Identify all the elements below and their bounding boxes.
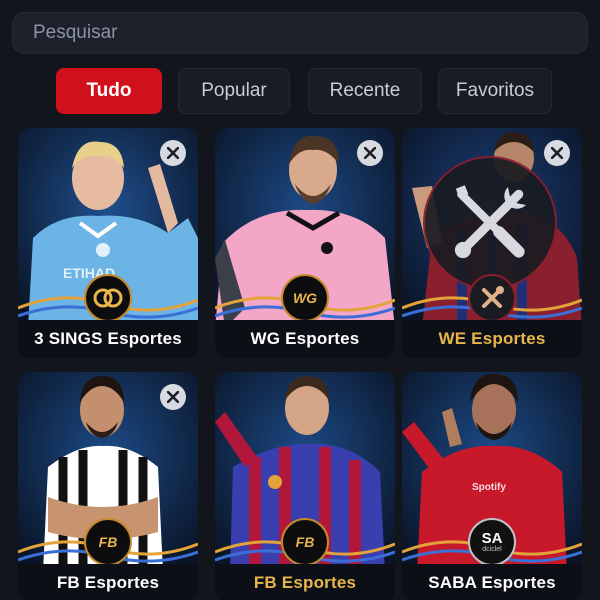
remove-button[interactable] — [160, 140, 186, 166]
close-icon — [551, 147, 563, 159]
game-card-3sings[interactable]: ETIHAD 3 SINGS Esportes — [18, 128, 198, 358]
tab-recente[interactable]: Recente — [308, 68, 422, 114]
close-icon — [167, 147, 179, 159]
logo-text: SA — [481, 529, 503, 547]
game-card-wg[interactable]: WG WG Esportes — [215, 128, 395, 358]
wrench-badge-icon — [468, 274, 516, 322]
logo-subtext: dciclel — [482, 545, 502, 553]
logo-text: WG — [292, 290, 318, 306]
logo-text: FB — [295, 534, 315, 550]
svg-text:Spotify: Spotify — [472, 482, 506, 493]
tab-tudo[interactable]: Tudo — [56, 68, 162, 114]
card-title: WG Esportes — [215, 320, 395, 358]
tab-favoritos[interactable]: Favoritos — [438, 68, 552, 114]
category-tabs: Tudo Popular Recente Favoritos — [0, 68, 600, 114]
close-icon — [167, 391, 179, 403]
card-title: FB Esportes — [18, 564, 198, 600]
card-title: 3 SINGS Esportes — [18, 320, 198, 358]
remove-button[interactable] — [544, 140, 570, 166]
fb-logo-icon: FB — [84, 518, 132, 566]
search-bar[interactable] — [12, 12, 588, 54]
wg-logo-icon: WG — [281, 274, 329, 322]
close-icon — [364, 147, 376, 159]
saba-logo-icon: SA dciclel — [468, 518, 516, 566]
logo-text: FB — [98, 534, 118, 550]
card-title: SABA Esportes — [402, 564, 582, 600]
game-card-we[interactable]: WE Esportes — [402, 128, 582, 358]
remove-button[interactable] — [160, 384, 186, 410]
tools-icon — [454, 185, 526, 259]
rings-icon — [84, 274, 132, 322]
game-card-fb-2[interactable]: FB FB Esportes — [215, 372, 395, 600]
game-card-saba[interactable]: Spotify SA dciclel SABA Esportes — [402, 372, 582, 600]
search-input[interactable] — [33, 22, 587, 44]
tab-popular[interactable]: Popular — [178, 68, 290, 114]
fb-logo-icon: FB — [281, 518, 329, 566]
game-card-fb-1[interactable]: FB FB Esportes — [18, 372, 198, 600]
remove-button[interactable] — [357, 140, 383, 166]
card-title: FB Esportes — [215, 564, 395, 600]
card-title: WE Esportes — [402, 320, 582, 358]
